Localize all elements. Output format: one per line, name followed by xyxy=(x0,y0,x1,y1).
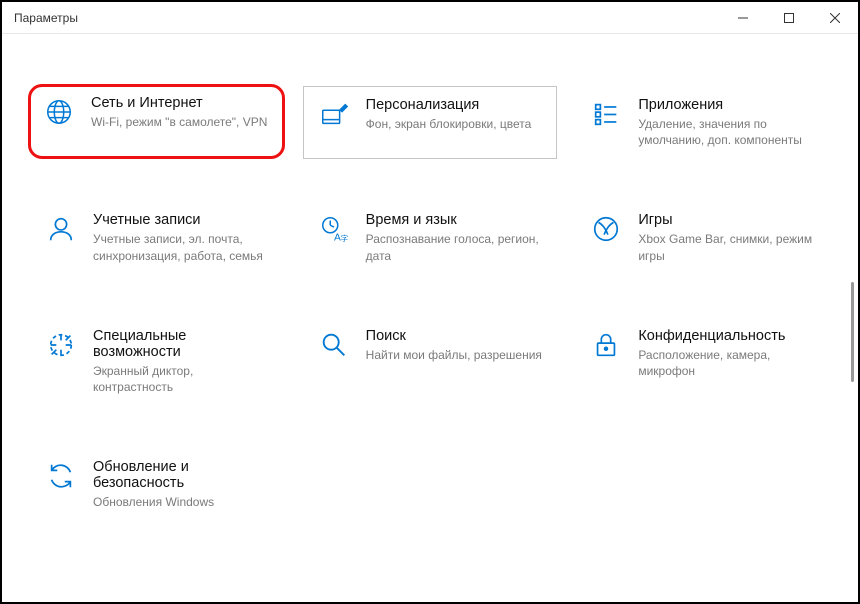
tile-title: Приложения xyxy=(638,97,815,113)
accessibility-icon xyxy=(41,328,81,360)
globe-icon xyxy=(39,95,79,127)
person-icon xyxy=(41,212,81,244)
tile-title: Конфиденциальность xyxy=(638,328,815,344)
tile-privacy[interactable]: Конфиденциальность Расположение, камера,… xyxy=(575,317,830,406)
window-title: Параметры xyxy=(14,11,78,25)
search-icon xyxy=(314,328,354,360)
tile-desc: Экранный диктор, контрастность xyxy=(93,363,270,395)
lock-icon xyxy=(586,328,626,360)
window-controls xyxy=(720,2,858,34)
minimize-button[interactable] xyxy=(720,2,766,34)
settings-grid: Сеть и Интернет Wi-Fi, режим "в самолете… xyxy=(30,86,830,521)
tile-title: Специальные возможности xyxy=(93,328,270,360)
tile-update-security[interactable]: Обновление и безопасность Обновления Win… xyxy=(30,448,285,521)
tile-desc: Обновления Windows xyxy=(93,494,270,510)
tile-title: Учетные записи xyxy=(93,212,270,228)
tile-title: Время и язык xyxy=(366,212,543,228)
settings-content: Сеть и Интернет Wi-Fi, режим "в самолете… xyxy=(2,34,858,541)
tile-time-language[interactable]: A 字 Время и язык Распознавание голоса, р… xyxy=(303,201,558,274)
tile-network-internet[interactable]: Сеть и Интернет Wi-Fi, режим "в самолете… xyxy=(28,84,285,159)
tile-desc: Удаление, значения по умолчанию, доп. ко… xyxy=(638,116,815,148)
tile-title: Поиск xyxy=(366,328,542,344)
tile-title: Игры xyxy=(638,212,815,228)
apps-list-icon xyxy=(586,97,626,129)
svg-text:字: 字 xyxy=(340,234,348,244)
tile-title: Персонализация xyxy=(366,97,532,113)
paintbrush-icon xyxy=(314,97,354,129)
tile-desc: Найти мои файлы, разрешения xyxy=(366,347,542,363)
maximize-button[interactable] xyxy=(766,2,812,34)
tile-desc: Расположение, камера, микрофон xyxy=(638,347,815,379)
titlebar: Параметры xyxy=(2,2,858,34)
tile-accounts[interactable]: Учетные записи Учетные записи, эл. почта… xyxy=(30,201,285,274)
tile-desc: Xbox Game Bar, снимки, режим игры xyxy=(638,231,815,263)
time-language-icon: A 字 xyxy=(314,212,354,244)
tile-gaming[interactable]: Игры Xbox Game Bar, снимки, режим игры xyxy=(575,201,830,274)
scrollbar[interactable] xyxy=(851,282,854,382)
close-button[interactable] xyxy=(812,2,858,34)
tile-title: Обновление и безопасность xyxy=(93,459,270,491)
tile-desc: Фон, экран блокировки, цвета xyxy=(366,116,532,132)
tile-apps[interactable]: Приложения Удаление, значения по умолчан… xyxy=(575,86,830,159)
sync-icon xyxy=(41,459,81,491)
tile-title: Сеть и Интернет xyxy=(91,95,267,111)
tile-search[interactable]: Поиск Найти мои файлы, разрешения xyxy=(303,317,558,406)
xbox-icon xyxy=(586,212,626,244)
tile-personalization[interactable]: Персонализация Фон, экран блокировки, цв… xyxy=(303,86,558,159)
tile-desc: Учетные записи, эл. почта, синхронизация… xyxy=(93,231,270,263)
tile-ease-of-access[interactable]: Специальные возможности Экранный диктор,… xyxy=(30,317,285,406)
tile-desc: Распознавание голоса, регион, дата xyxy=(366,231,543,263)
tile-desc: Wi-Fi, режим "в самолете", VPN xyxy=(91,114,267,130)
